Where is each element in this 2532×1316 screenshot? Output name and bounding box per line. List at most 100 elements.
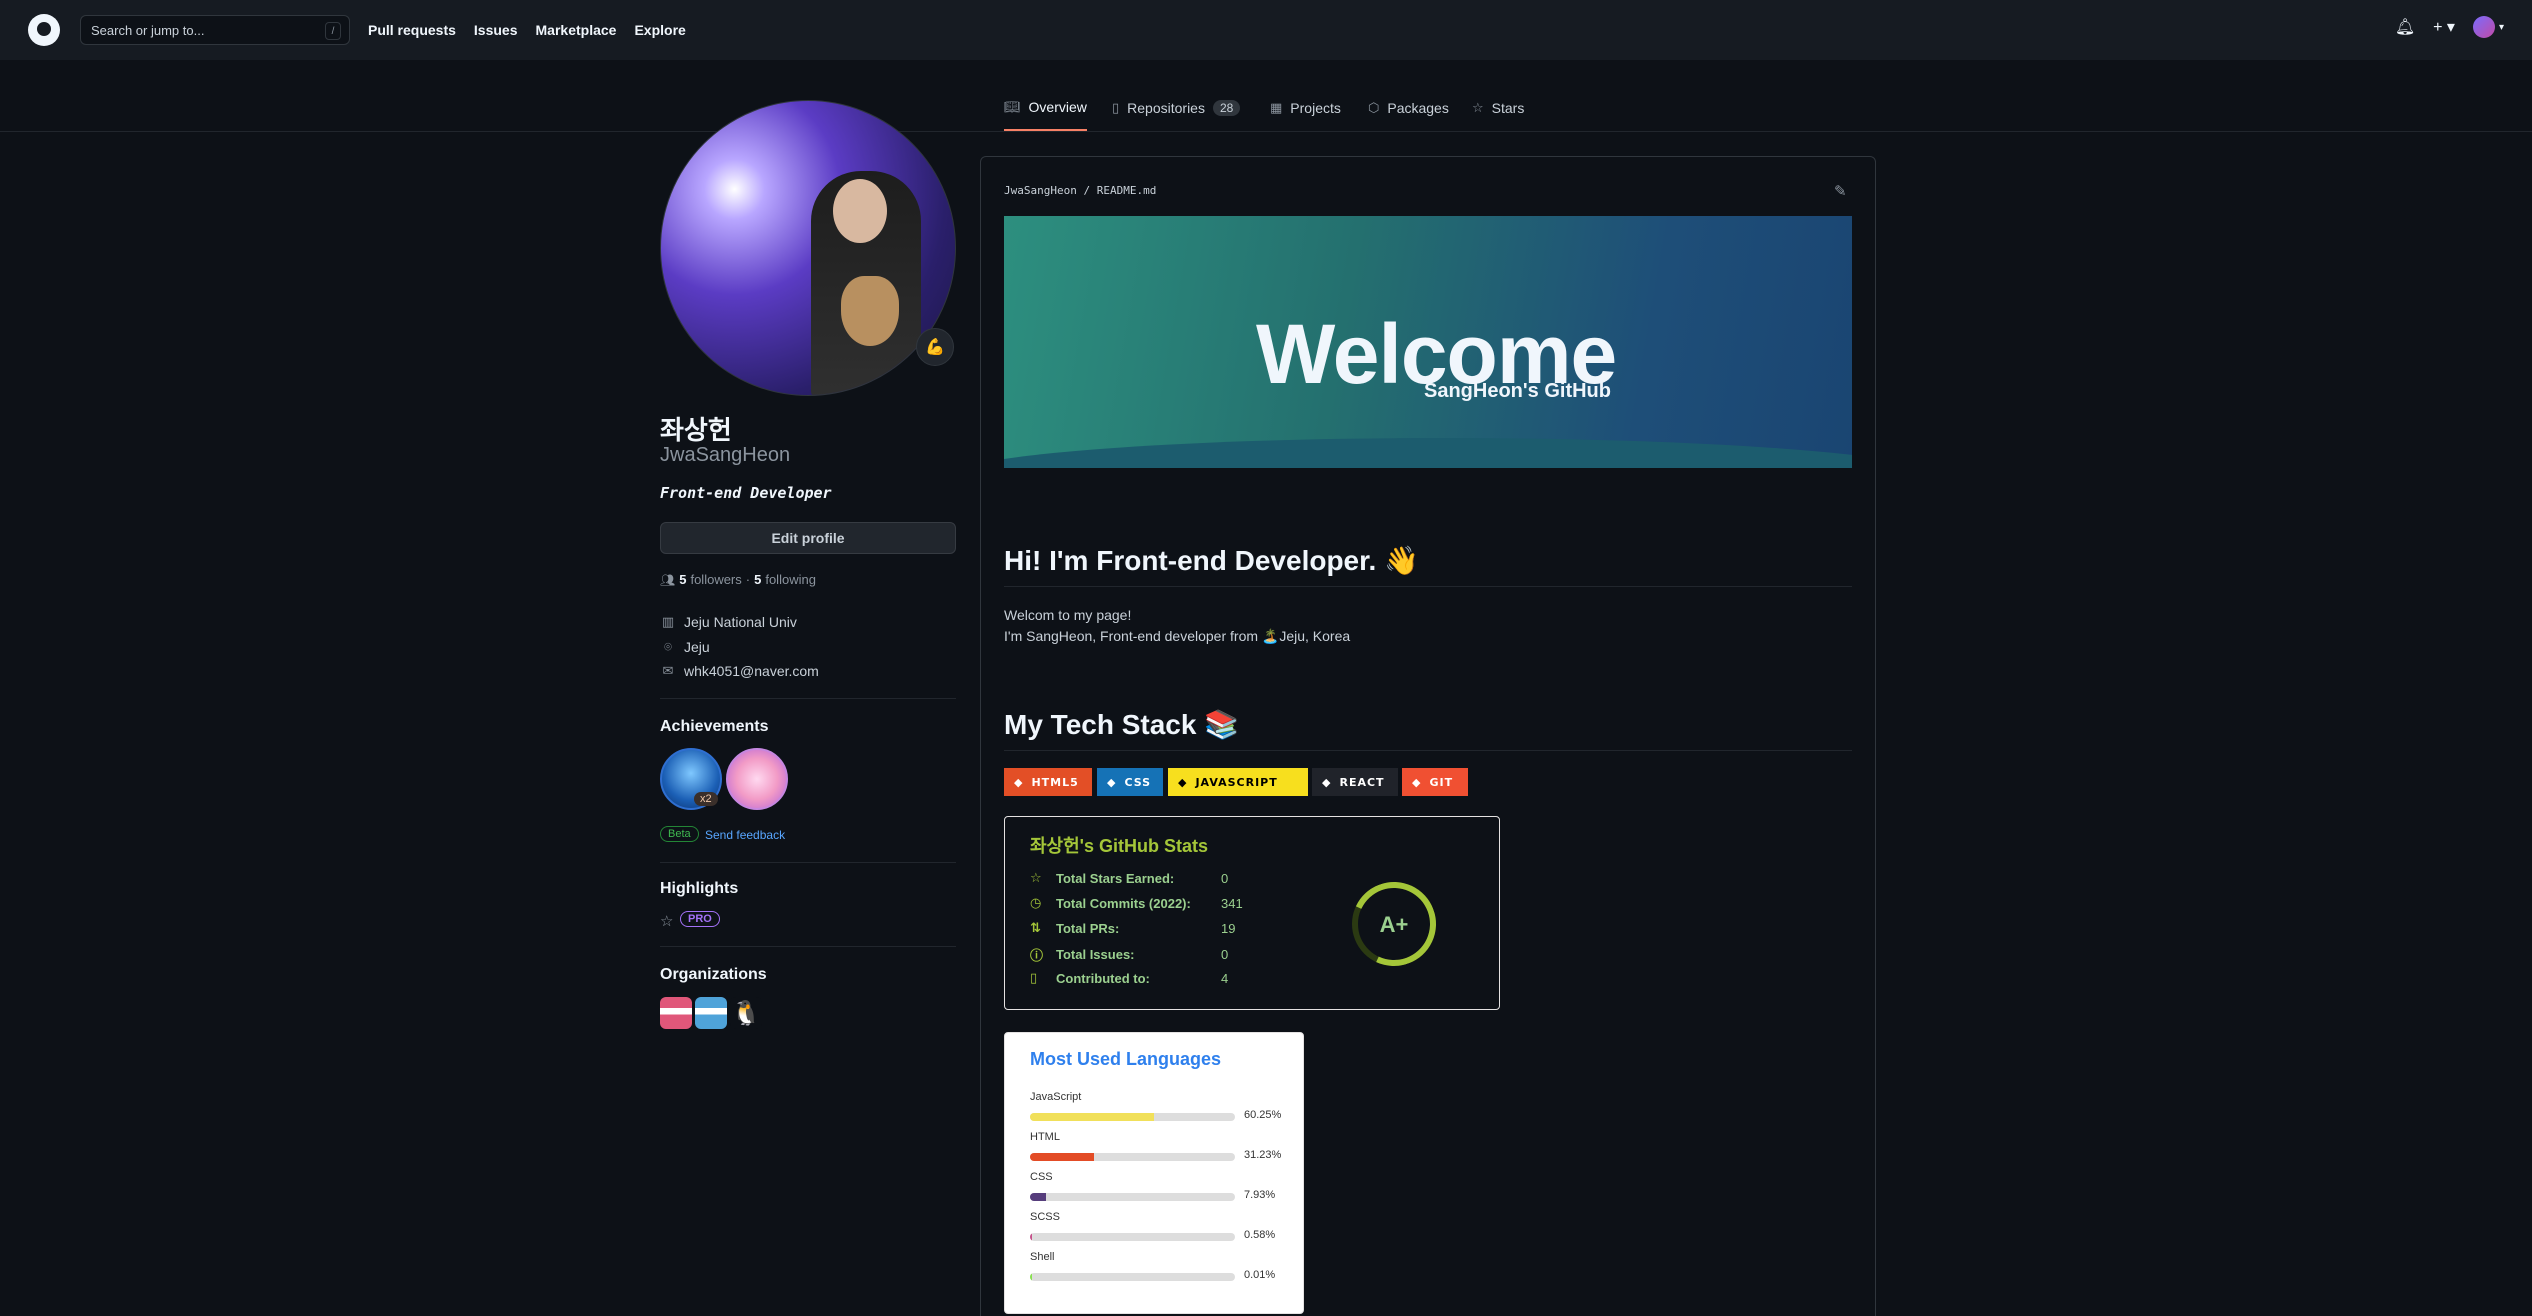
pencil-icon[interactable]: ✎ (1834, 182, 1847, 200)
repositories-counter: 28 (1212, 99, 1241, 116)
header-actions: 🔔︎ + ▾ ▾ (2395, 16, 2504, 38)
language-bar-fill (1030, 1153, 1095, 1161)
readme-line: Welcom to my page! (1004, 607, 1132, 623)
header-nav: Pull requests Issues Marketplace Explore (368, 22, 686, 38)
heading-underline (1004, 586, 1852, 587)
followers-label[interactable]: followers (690, 572, 741, 587)
profile-avatar[interactable] (660, 100, 956, 396)
language-bar (1030, 1233, 1235, 1241)
stat-label: Total Stars Earned: (1056, 870, 1175, 886)
nav-marketplace[interactable]: Marketplace (536, 22, 617, 38)
profile-login: JwaSangHeon (660, 444, 791, 466)
stat-row: ▯ Contributed to: 4 (1030, 970, 1228, 986)
edit-profile-button[interactable]: Edit profile (660, 522, 956, 554)
search-input[interactable]: Search or jump to... / (80, 15, 350, 45)
language-percent: 0.01% (1244, 1269, 1276, 1281)
organization-avatar[interactable] (660, 997, 692, 1029)
stat-label: Total PRs: (1056, 920, 1120, 936)
nav-issues[interactable]: Issues (474, 22, 518, 38)
language-percent: 60.25% (1244, 1109, 1282, 1121)
repo-icon: ▯ (1112, 99, 1120, 115)
readme-heading-tech-stack: My Tech Stack 📚 (1004, 709, 1240, 740)
star-icon: ☆ (1030, 870, 1042, 885)
tab-stars[interactable]: ☆ Stars (1472, 84, 1524, 131)
stat-value: 19 (1221, 920, 1236, 936)
search-placeholder: Search or jump to... (91, 22, 205, 38)
readme-banner: Welcome SangHeon's GitHub (1004, 216, 1852, 468)
language-bar (1030, 1273, 1235, 1281)
tech-badge-html5: ◆ HTML5 (1004, 768, 1092, 796)
tab-label: Overview (1028, 98, 1087, 115)
chevron-down-icon: ▾ (2498, 21, 2504, 33)
vcard-email: ✉ whk4051@naver.com (660, 663, 819, 679)
readme-line: I'm SangHeon, Front-end developer from 🏝… (1004, 628, 1351, 644)
profile-name: 좌상헌 (660, 415, 732, 445)
badge-label: HTML5 (1031, 775, 1079, 789)
badge-label: JAVASCRIPT (1195, 775, 1278, 789)
language-percent: 31.23% (1244, 1149, 1282, 1161)
languages-title: Most Used Languages (1030, 1049, 1222, 1069)
tab-label: Repositories (1127, 99, 1205, 116)
following-label[interactable]: following (765, 572, 816, 587)
stat-row: ⓘ Total Issues: 0 (1030, 945, 1228, 964)
repo-icon: ▯ (1030, 970, 1038, 985)
tech-badge-css: ◆ CSS (1097, 768, 1163, 796)
language-bar (1030, 1113, 1235, 1121)
divider (660, 862, 956, 863)
send-feedback-link[interactable]: Send feedback (705, 828, 785, 842)
followers-count[interactable]: 5 (679, 572, 686, 587)
stat-value: 0 (1221, 947, 1229, 962)
language-bar-fill (1030, 1233, 1033, 1241)
user-menu[interactable]: ▾ (2472, 16, 2504, 38)
grade-text: A+ (1379, 912, 1409, 937)
react-logo-icon: ◆ (1322, 775, 1332, 789)
tech-badge-react: ◆ REACT (1312, 768, 1398, 796)
javascript-logo-icon: ◆ (1178, 775, 1188, 789)
language-bar (1030, 1153, 1235, 1161)
email-link[interactable]: whk4051@naver.com (684, 663, 819, 679)
people-icon: 👥︎ (660, 572, 676, 587)
achievements-title: Achievements (660, 718, 769, 735)
issue-icon: ⓘ (1030, 948, 1044, 963)
language-name: CSS (1030, 1171, 1053, 1183)
stats-title: 좌상헌's GitHub Stats (1030, 836, 1208, 856)
table-icon: ▦ (1270, 99, 1283, 115)
language-name: HTML (1030, 1131, 1060, 1143)
location-text: Jeju (684, 639, 710, 655)
tab-overview[interactable]: 📖︎ Overview (1004, 84, 1087, 131)
nav-pull-requests[interactable]: Pull requests (368, 22, 456, 38)
stat-label: Total Commits (2022): (1056, 895, 1191, 911)
tab-projects[interactable]: ▦ Projects (1270, 84, 1341, 131)
organization-avatar[interactable]: 🐧 (730, 997, 762, 1029)
profile-tabs: 📖︎ Overview ▯ Repositories 28 ▦ Projects… (0, 84, 2532, 132)
history-icon: ◷ (1030, 895, 1042, 910)
readme-path[interactable]: JwaSangHeon / README.md (1004, 184, 1156, 197)
create-new-icon[interactable]: + ▾ (2433, 17, 2455, 37)
follow-stats: 👥︎ 5 followers · 5 following (660, 572, 816, 587)
language-percent: 0.58% (1244, 1229, 1276, 1241)
stat-row: ◷ Total Commits (2022): 341 (1030, 895, 1243, 911)
building-icon: ▥ (661, 614, 675, 629)
tab-repositories[interactable]: ▯ Repositories 28 (1112, 84, 1241, 131)
nav-explore[interactable]: Explore (634, 22, 685, 38)
status-emoji[interactable]: 💪 (916, 328, 954, 366)
beta-label: Beta (660, 826, 699, 842)
achievement-multiplier: x2 (694, 792, 718, 806)
readme-heading-intro: Hi! I'm Front-end Developer. 👋 (1004, 545, 1419, 576)
pro-badge: PRO (680, 911, 720, 927)
organization-avatar[interactable] (695, 997, 727, 1029)
highlights-title: Highlights (660, 880, 739, 897)
git-logo-icon: ◆ (1412, 775, 1422, 789)
bell-icon[interactable]: 🔔︎ (2395, 17, 2415, 37)
divider (660, 946, 956, 947)
badge-label: REACT (1339, 775, 1385, 789)
github-logo-icon[interactable] (28, 14, 60, 46)
language-name: Shell (1030, 1251, 1055, 1263)
following-count[interactable]: 5 (754, 572, 761, 587)
tech-badge-git: ◆ GIT (1402, 768, 1468, 796)
top-header: Search or jump to... / Pull requests Iss… (0, 0, 2532, 60)
package-icon: ⬡ (1368, 99, 1380, 115)
tab-packages[interactable]: ⬡ Packages (1368, 84, 1449, 131)
css-logo-icon: ◆ (1107, 775, 1117, 789)
achievement-badge-yolo[interactable] (726, 748, 788, 810)
